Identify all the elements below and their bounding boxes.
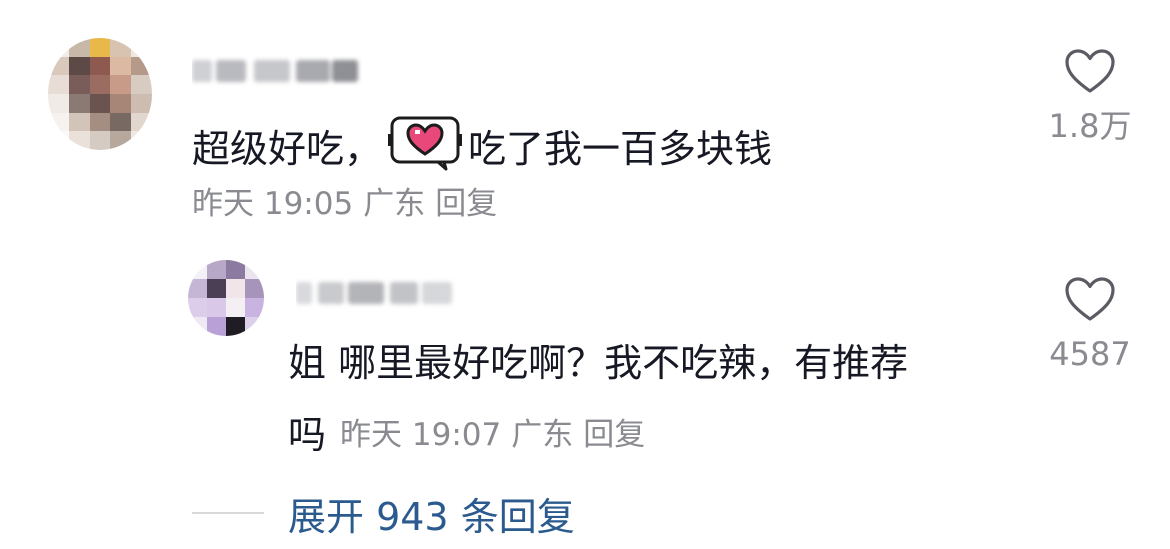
username[interactable] xyxy=(296,276,456,310)
comment-text-part: 超级好吃， xyxy=(192,127,383,171)
username[interactable] xyxy=(192,54,362,88)
heart-sticker-icon xyxy=(386,112,464,172)
like-group: 1.8万 xyxy=(1040,48,1140,146)
avatar[interactable] xyxy=(48,38,152,150)
reply-text-continued: 吗 xyxy=(288,412,327,457)
like-count: 4587 xyxy=(1049,335,1131,373)
reply-button[interactable]: 回复 xyxy=(583,409,645,454)
comment-text-part: 吃了我一百多块钱 xyxy=(468,127,773,171)
like-count: 1.8万 xyxy=(1048,107,1132,145)
reply-button[interactable]: 回复 xyxy=(435,186,497,222)
divider xyxy=(192,512,264,514)
heart-icon[interactable] xyxy=(1064,48,1116,94)
heart-icon[interactable] xyxy=(1064,276,1116,322)
location: 广东 xyxy=(363,186,426,222)
expand-replies[interactable]: 展开 943 条回复 xyxy=(192,490,575,539)
reply-text: 姐 哪里最好吃啊？我不吃辣，有推荐 xyxy=(288,341,909,385)
timestamp: 昨天 19:05 xyxy=(192,186,354,222)
expand-replies-label[interactable]: 展开 943 条回复 xyxy=(288,486,575,541)
comment-meta: 昨天 19:05 广东 回复 xyxy=(192,184,507,224)
like-group: 4587 xyxy=(1040,276,1140,374)
avatar[interactable] xyxy=(188,260,264,336)
reply-second-line: 吗 昨天 19:07 广东 回复 xyxy=(288,408,645,457)
timestamp: 昨天 19:07 xyxy=(340,416,502,453)
comment-text: 超级好吃， 吃了我一百多块钱 xyxy=(192,112,772,172)
location: 广东 xyxy=(511,416,574,453)
